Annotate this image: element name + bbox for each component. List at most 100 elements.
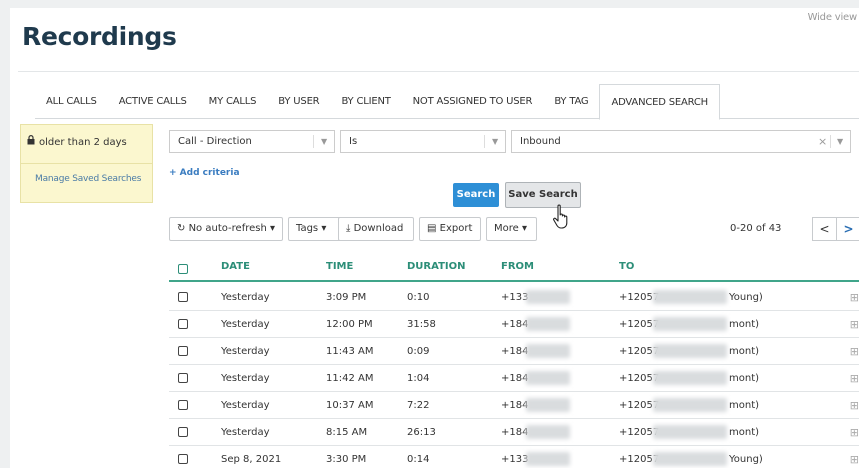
redacted-number xyxy=(526,425,570,439)
expand-icon[interactable]: ⊞ xyxy=(850,453,859,466)
duration-cell: 0:14 xyxy=(407,454,430,465)
date-cell: Sep 8, 2021 xyxy=(221,454,282,465)
caret-down-icon: ▾ xyxy=(521,223,528,234)
tab-advanced-search[interactable]: ADVANCED SEARCH xyxy=(599,84,720,120)
add-criteria-link[interactable]: + Add criteria xyxy=(169,168,240,178)
tab-not-assigned[interactable]: NOT ASSIGNED TO USER xyxy=(402,84,544,119)
tab-all-calls[interactable]: ALL CALLS xyxy=(35,84,108,119)
lock-icon xyxy=(27,135,35,148)
tab-bar: ALL CALLS ACTIVE CALLS MY CALLS BY USER … xyxy=(35,84,859,120)
time-cell: 10:37 AM xyxy=(326,400,374,411)
next-page-button[interactable]: > xyxy=(836,217,859,241)
tab-by-user[interactable]: BY USER xyxy=(267,84,330,119)
manage-saved-searches-link[interactable]: Manage Saved Searches xyxy=(35,174,141,184)
hand-cursor-icon xyxy=(552,204,572,230)
page-title: Recordings xyxy=(22,22,177,51)
to-name-cell: Young) xyxy=(729,292,763,303)
tags-dropdown[interactable]: Tags ▾ xyxy=(288,217,342,241)
expand-icon[interactable]: ⊞ xyxy=(850,426,859,439)
criteria-operator-select[interactable]: Is ▼ xyxy=(340,130,506,153)
time-cell: 11:42 AM xyxy=(326,373,374,384)
date-cell: Yesterday xyxy=(221,427,270,438)
row-checkbox[interactable] xyxy=(178,346,188,356)
pagination-range: 0-20 of 43 xyxy=(730,223,782,234)
column-header-from[interactable]: FROM xyxy=(501,261,534,272)
wide-view-link[interactable]: Wide view xyxy=(808,12,858,23)
auto-refresh-dropdown[interactable]: ↻ No auto-refresh ▾ xyxy=(169,217,283,241)
export-label: Export xyxy=(439,223,473,234)
row-checkbox[interactable] xyxy=(178,373,188,383)
row-checkbox[interactable] xyxy=(178,400,188,410)
tags-label: Tags xyxy=(296,223,319,234)
duration-cell: 0:10 xyxy=(407,292,430,303)
expand-icon[interactable]: ⊞ xyxy=(850,291,859,304)
table-header: DATE TIME DURATION FROM TO xyxy=(169,256,859,282)
table-row[interactable]: Yesterday 10:37 AM 7:22 +184 +12057 mont… xyxy=(169,392,859,419)
redacted-number xyxy=(526,290,570,304)
row-checkbox[interactable] xyxy=(178,427,188,437)
to-name-cell: mont) xyxy=(729,400,760,411)
divider xyxy=(830,135,831,148)
row-checkbox[interactable] xyxy=(178,292,188,302)
chevron-down-icon: ▼ xyxy=(492,137,499,146)
column-header-duration[interactable]: DURATION xyxy=(407,261,466,272)
duration-cell: 0:09 xyxy=(407,346,430,357)
caret-down-icon: ▾ xyxy=(321,223,327,234)
column-header-to[interactable]: TO xyxy=(619,261,634,272)
redacted-number xyxy=(653,452,727,466)
redacted-number xyxy=(526,371,570,385)
divider xyxy=(18,71,859,72)
table-row[interactable]: Yesterday 8:15 AM 26:13 +184 +12057 mont… xyxy=(169,419,859,446)
criteria-field-value: Call - Direction xyxy=(178,136,252,147)
recordings-page: Wide view Recordings ALL CALLS ACTIVE CA… xyxy=(10,8,859,468)
redacted-number xyxy=(526,317,570,331)
tab-by-tag[interactable]: BY TAG xyxy=(543,84,599,119)
criteria-value: Inbound xyxy=(520,136,561,147)
refresh-icon: ↻ xyxy=(177,223,186,234)
from-cell: +184 xyxy=(501,319,529,330)
download-icon: ⤓ xyxy=(346,223,351,234)
table-row[interactable]: Sep 8, 2021 3:30 PM 0:14 +133 +12057 You… xyxy=(169,446,859,468)
criteria-operator-value: Is xyxy=(349,136,358,147)
clear-icon[interactable]: × xyxy=(818,131,827,152)
divider xyxy=(484,135,485,148)
download-button[interactable]: ⤓ Download xyxy=(338,217,414,241)
saved-search-item[interactable]: older than 2 days xyxy=(27,135,127,148)
redacted-number xyxy=(653,398,727,412)
prev-page-button[interactable]: < xyxy=(812,217,837,241)
expand-icon[interactable]: ⊞ xyxy=(850,345,859,358)
date-cell: Yesterday xyxy=(221,292,270,303)
tab-by-client[interactable]: BY CLIENT xyxy=(330,84,401,119)
tab-active-calls[interactable]: ACTIVE CALLS xyxy=(108,84,198,119)
select-all-checkbox[interactable] xyxy=(178,264,188,274)
column-header-time[interactable]: TIME xyxy=(326,261,353,272)
time-cell: 11:43 AM xyxy=(326,346,374,357)
chevron-down-icon: ▼ xyxy=(837,137,844,146)
table-row[interactable]: Yesterday 11:42 AM 1:04 +184 +12057 mont… xyxy=(169,365,859,392)
search-button[interactable]: Search xyxy=(453,183,499,207)
expand-icon[interactable]: ⊞ xyxy=(850,318,859,331)
from-cell: +184 xyxy=(501,400,529,411)
divider xyxy=(313,135,314,148)
duration-cell: 7:22 xyxy=(407,400,430,411)
column-header-date[interactable]: DATE xyxy=(221,261,250,272)
time-cell: 3:30 PM xyxy=(326,454,367,465)
download-label: Download xyxy=(353,223,404,234)
tab-my-calls[interactable]: MY CALLS xyxy=(198,84,268,119)
table-row[interactable]: Yesterday 12:00 PM 31:58 +184 +12057 mon… xyxy=(169,311,859,338)
expand-icon[interactable]: ⊞ xyxy=(850,399,859,412)
table-row[interactable]: Yesterday 3:09 PM 0:10 +133 +12057 Young… xyxy=(169,284,859,311)
table-row[interactable]: Yesterday 11:43 AM 0:09 +184 +12057 mont… xyxy=(169,338,859,365)
expand-icon[interactable]: ⊞ xyxy=(850,372,859,385)
file-icon: ▤ xyxy=(427,223,437,234)
more-dropdown[interactable]: More ▾ xyxy=(486,217,537,241)
date-cell: Yesterday xyxy=(221,373,270,384)
criteria-value-select[interactable]: Inbound × ▼ xyxy=(511,130,851,153)
from-cell: +133 xyxy=(501,292,529,303)
criteria-field-select[interactable]: Call - Direction ▼ xyxy=(169,130,335,153)
to-name-cell: mont) xyxy=(729,427,760,438)
divider xyxy=(21,163,152,164)
row-checkbox[interactable] xyxy=(178,454,188,464)
row-checkbox[interactable] xyxy=(178,319,188,329)
export-button[interactable]: ▤ Export xyxy=(419,217,481,241)
